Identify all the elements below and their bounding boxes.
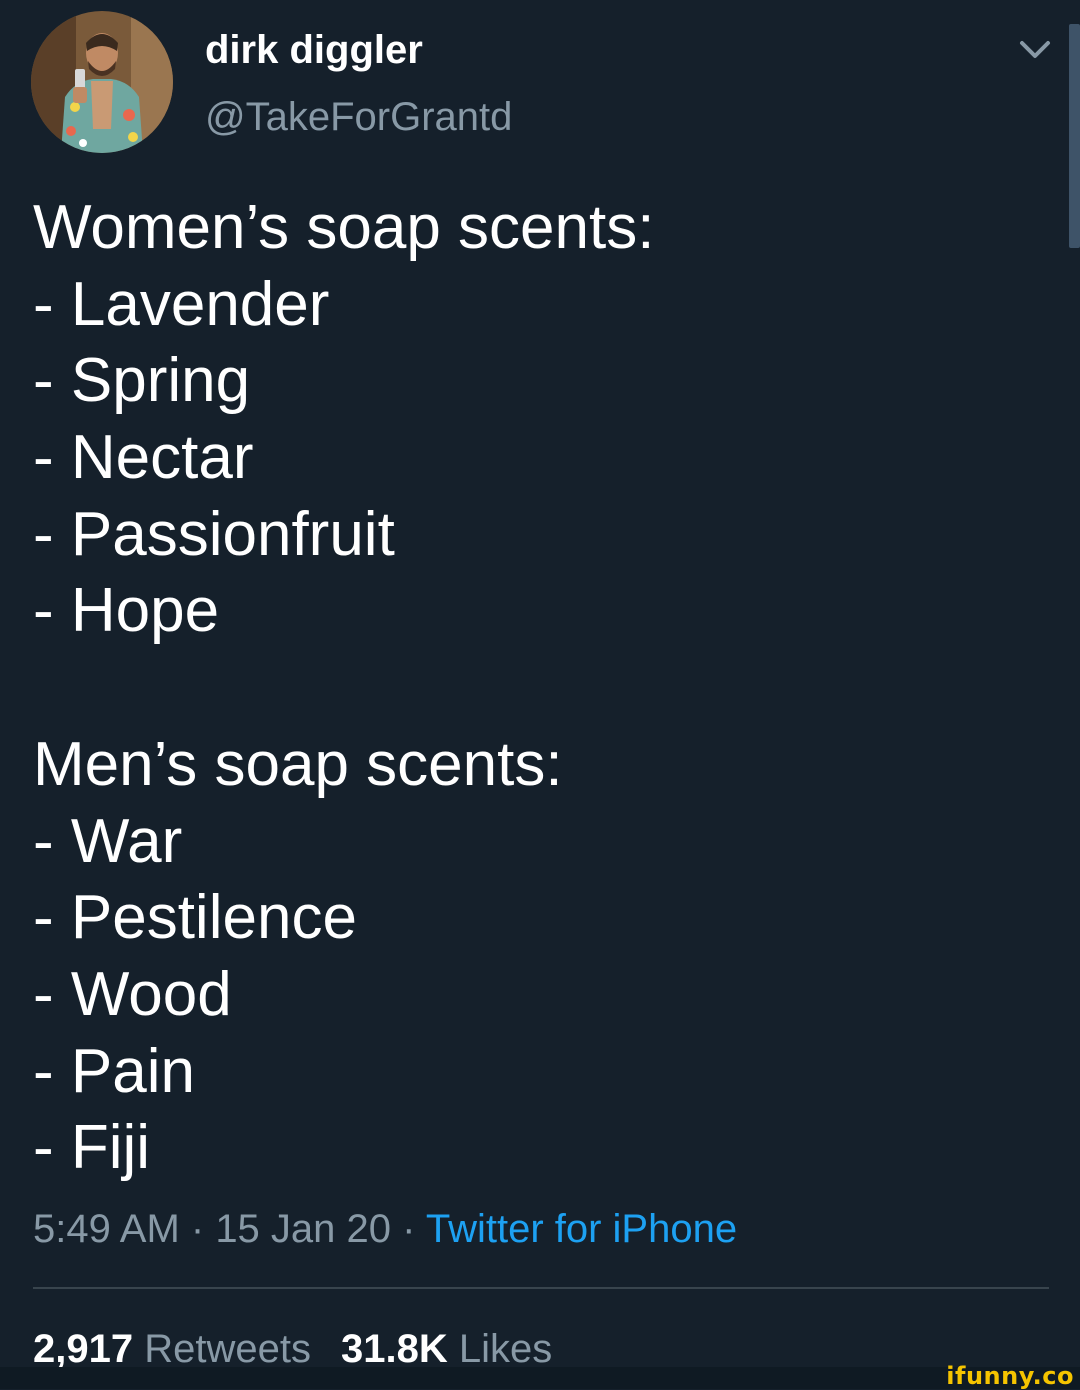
tweet-text-line: - Hope	[33, 576, 220, 646]
scrollbar[interactable]	[1069, 24, 1080, 248]
chevron-down-icon[interactable]	[1017, 34, 1053, 64]
tweet-text-line: - Lavender	[33, 269, 330, 339]
author-display-name[interactable]: dirk diggler	[205, 26, 423, 74]
tweet-text-line: Men’s soap scents:	[33, 729, 563, 799]
meta-separator: ·	[391, 1207, 426, 1251]
tweet-text-line: - Nectar	[33, 423, 254, 493]
tweet-text-line: Women’s soap scents:	[33, 193, 655, 262]
tweet-text-line: - Passionfruit	[33, 499, 395, 569]
tweet-time[interactable]: 5:49 AM	[33, 1207, 180, 1251]
profile-photo	[31, 11, 173, 153]
tweet-text-line: - Spring	[33, 346, 251, 416]
meta-separator: ·	[179, 1207, 216, 1251]
tweet-text-line: - Wood	[33, 959, 232, 1029]
author-handle[interactable]: @TakeForGrantd	[205, 93, 512, 141]
tweet-metadata: 5:49 AM · 15 Jan 20 · Twitter for iPhone	[33, 1203, 737, 1255]
tweet-text-blank-line	[33, 650, 1033, 727]
tweet-source-link[interactable]: Twitter for iPhone	[426, 1207, 737, 1251]
tweet-text-line: - Pain	[33, 1036, 195, 1106]
divider	[33, 1287, 1049, 1289]
retweets-count: 2,917	[33, 1327, 134, 1371]
likes-count: 31.8K	[340, 1327, 448, 1371]
avatar[interactable]	[31, 11, 173, 153]
tweet-text: Women’s soap scents: - Lavender - Spring…	[33, 190, 1033, 1187]
tweet-text-line: - War	[33, 806, 183, 876]
likes-label: Likes	[458, 1327, 553, 1371]
tweet-text-line: - Fiji	[33, 1113, 151, 1183]
bottom-strip	[0, 1367, 1080, 1389]
watermark-logo: ifunny.co	[946, 1362, 1074, 1390]
retweets-label: Retweets	[144, 1327, 311, 1371]
tweet-date[interactable]: 15 Jan 20	[215, 1207, 391, 1251]
tweet-text-line: - Pestilence	[33, 883, 357, 953]
